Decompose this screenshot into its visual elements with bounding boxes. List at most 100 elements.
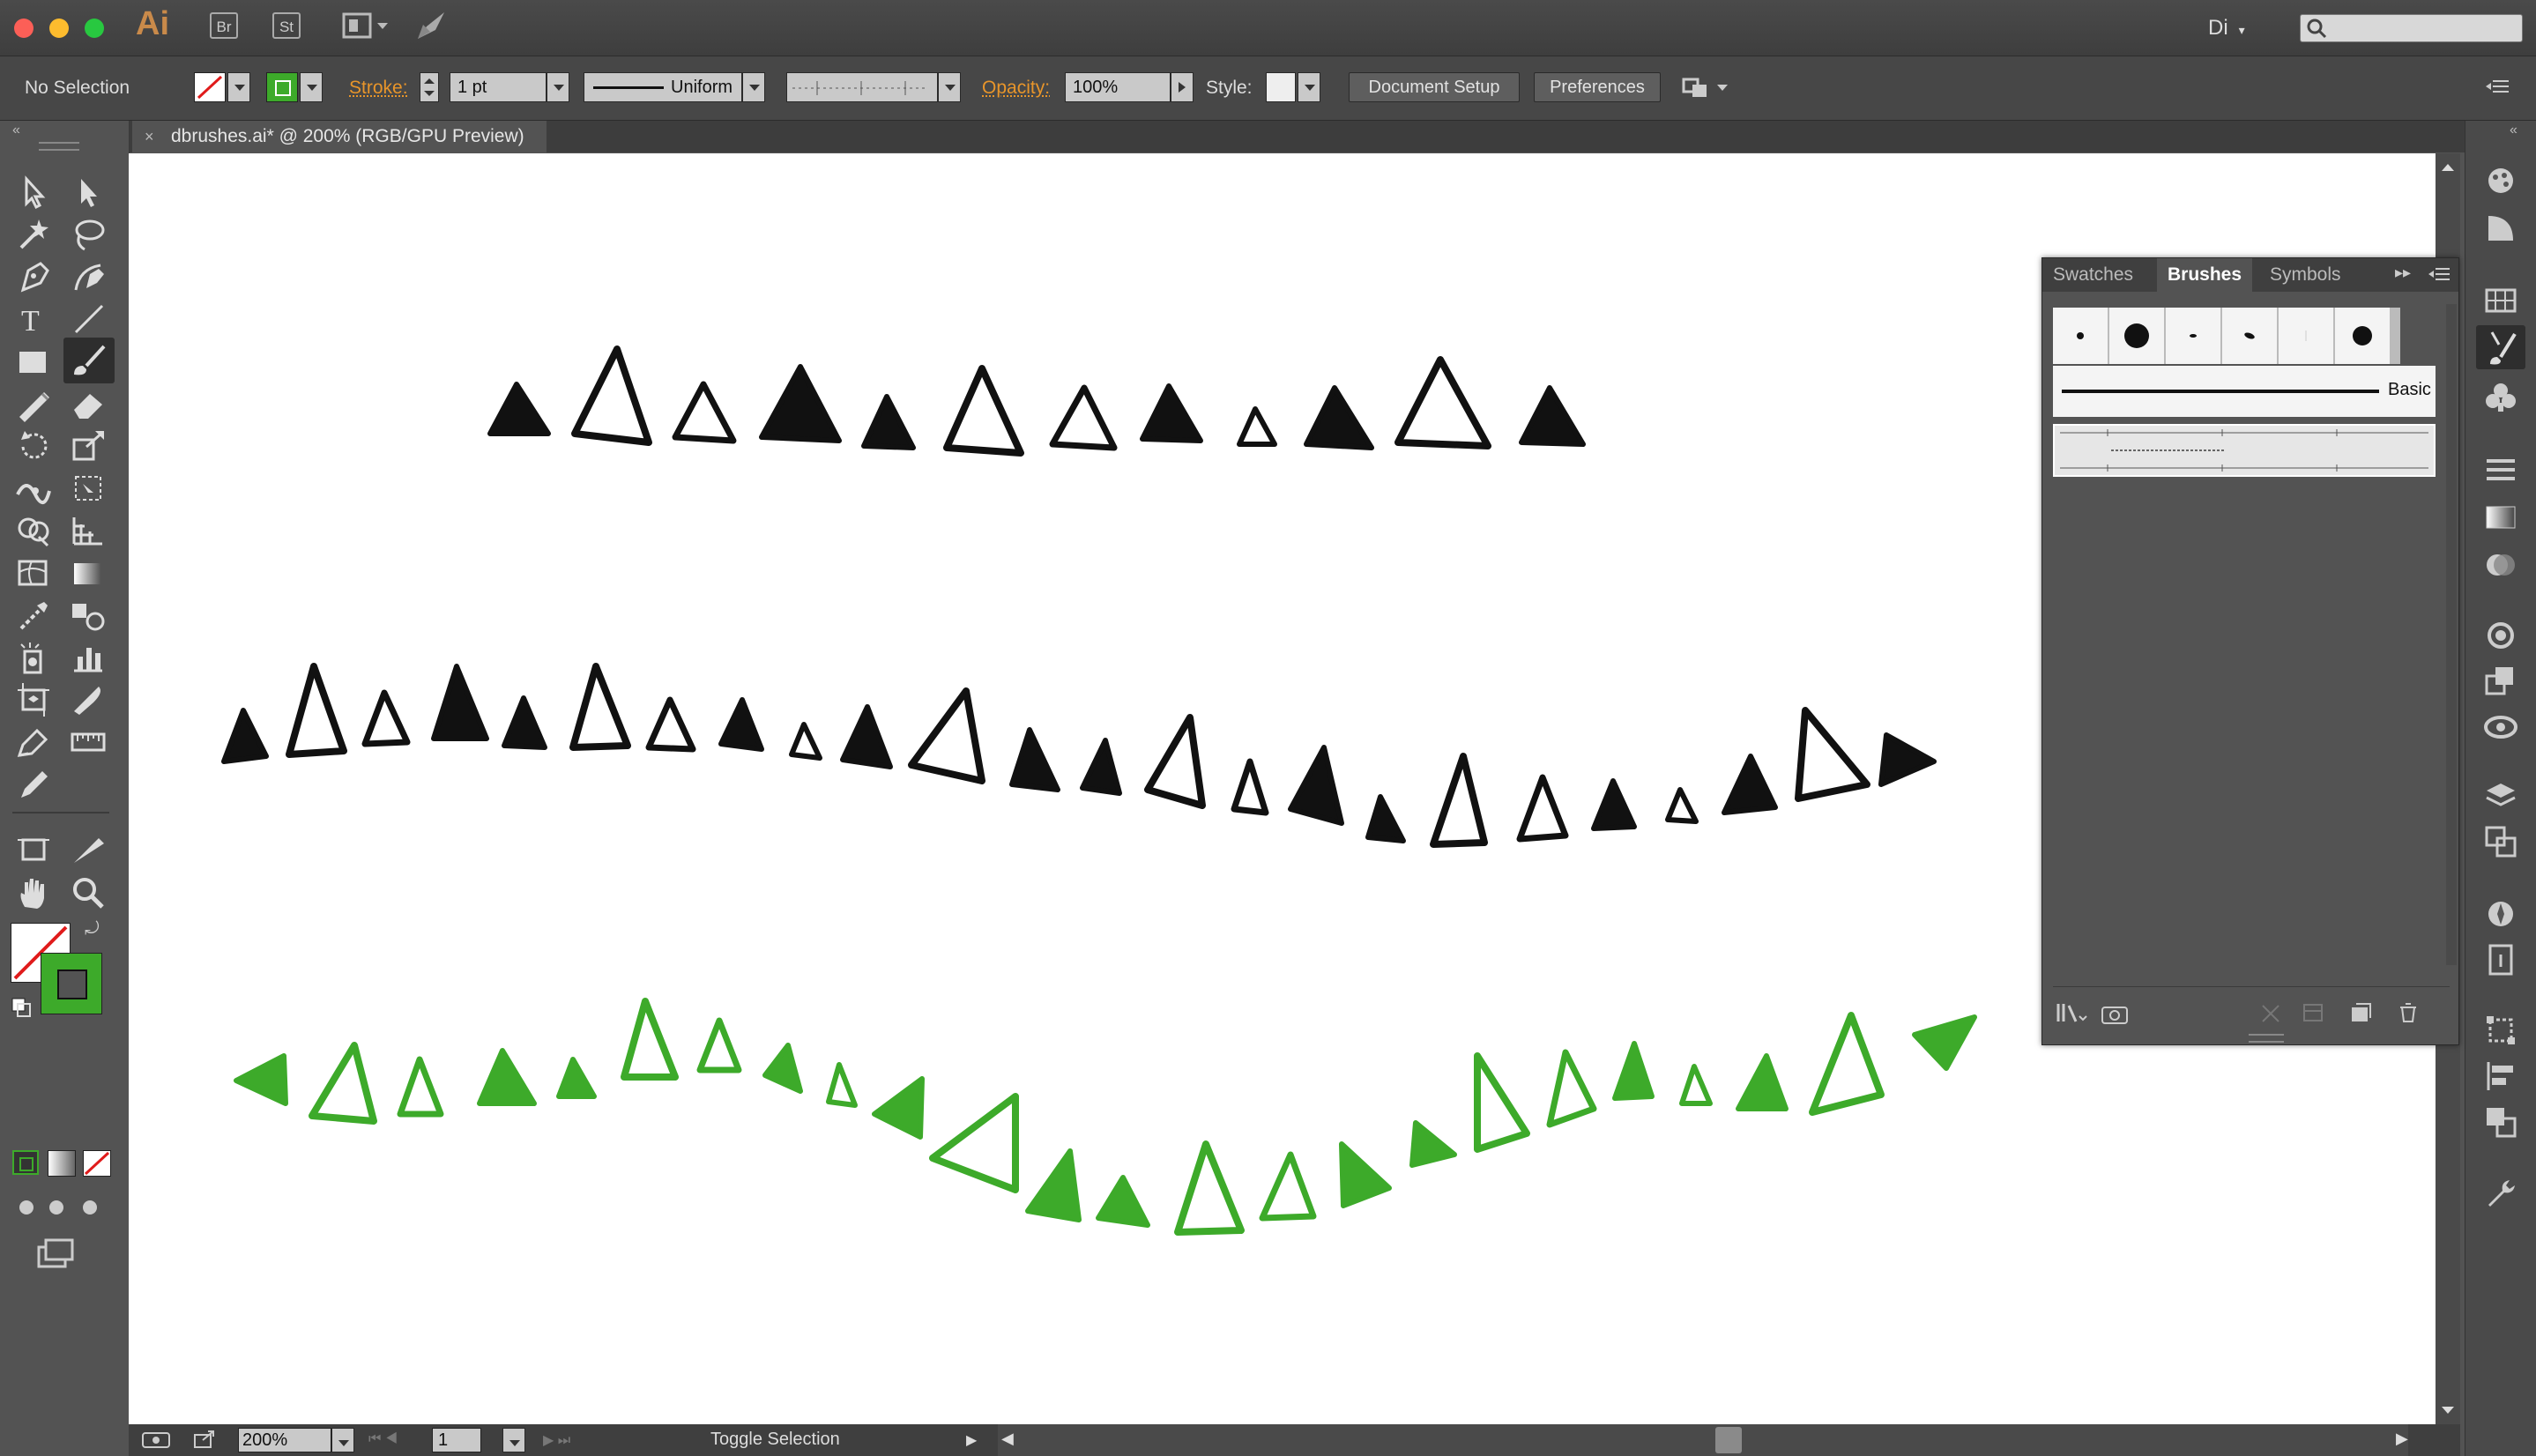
profile-dropdown[interactable] (742, 72, 765, 102)
symbol-sprayer-tool-icon[interactable] (12, 637, 56, 678)
zoom-level-field[interactable]: 200% (238, 1428, 331, 1452)
document-tab[interactable]: × dbrushes.ai* @ 200% (RGB/GPU Preview) (132, 121, 547, 152)
stroke-color-box[interactable] (41, 953, 102, 1014)
calligraphic-brush-6[interactable] (2335, 308, 2391, 364)
tab-swatches[interactable]: Swatches (2042, 258, 2144, 292)
stroke-weight-dropdown[interactable] (547, 72, 569, 102)
bridge-button[interactable]: Br (210, 12, 238, 39)
brush-definition-field[interactable] (786, 72, 938, 102)
last-artboard-icon[interactable]: ▶ ⏭ (543, 1431, 570, 1449)
collapse-toolbar-icon[interactable]: « (12, 123, 20, 138)
swap-fill-stroke-icon[interactable]: ⤾ (85, 919, 100, 940)
rotate-tool-icon[interactable] (12, 426, 56, 466)
fill-swatch[interactable] (194, 72, 226, 102)
stroke-panel-icon[interactable] (2481, 450, 2520, 489)
navigator-panel-icon[interactable] (2481, 895, 2520, 933)
stock-button[interactable]: St (272, 12, 301, 39)
fill-dropdown[interactable] (227, 72, 250, 102)
artboard-tool-icon[interactable] (12, 680, 56, 720)
direct-selection-tool-icon[interactable] (67, 172, 111, 212)
free-transform-tool-icon[interactable] (67, 468, 111, 509)
gradient-mode-button[interactable] (48, 1150, 76, 1177)
color-panel-icon[interactable] (2481, 161, 2520, 200)
none-mode-button[interactable] (83, 1150, 111, 1177)
curvature-tool-icon[interactable] (67, 256, 111, 297)
arrange-icon[interactable] (1680, 74, 1733, 105)
brush-libraries-menu-icon[interactable] (2055, 1000, 2090, 1029)
artboards-panel-icon[interactable] (2481, 822, 2520, 861)
document-setup-button[interactable]: Document Setup (1349, 72, 1520, 102)
expand-dock-icon[interactable]: « (2510, 123, 2517, 138)
shaper-tool-icon[interactable] (12, 383, 56, 424)
expand-panel-icon[interactable]: ▸▸ (2395, 264, 2411, 282)
minimize-window-button[interactable] (49, 19, 69, 38)
color-mode-button[interactable] (12, 1150, 39, 1175)
first-artboard-icon[interactable]: ⏮ ◀ (368, 1431, 398, 1447)
toolbar-grip[interactable] (39, 142, 79, 151)
rectangle-tool-icon[interactable] (12, 341, 56, 382)
layers-panel-icon[interactable] (2481, 776, 2520, 815)
tab-brushes[interactable]: Brushes (2157, 258, 2253, 292)
artboard-dropdown[interactable] (502, 1428, 525, 1452)
close-tab-icon[interactable]: × (145, 121, 154, 152)
gradient-tool-icon[interactable] (67, 553, 111, 593)
width-tool-icon[interactable] (12, 468, 56, 509)
artboard-select-tool-icon[interactable] (12, 829, 56, 870)
workspace-switcher[interactable]: Di ▾ (2208, 16, 2245, 41)
opacity-field[interactable]: 100% (1065, 72, 1171, 102)
perspective-grid-tool-icon[interactable] (67, 510, 111, 551)
draw-mode-icon[interactable] (12, 1194, 109, 1225)
eraser-tool-icon[interactable] (67, 383, 111, 424)
panel-menu-icon[interactable] (2427, 262, 2453, 291)
preferences-button[interactable]: Preferences (1534, 72, 1661, 102)
delete-brush-icon[interactable] (2395, 1000, 2421, 1029)
gradient-panel-icon[interactable] (2481, 498, 2520, 537)
control-menu-icon[interactable] (2484, 78, 2510, 103)
align-panel-icon[interactable] (2481, 1057, 2520, 1096)
blend-tool-icon[interactable] (67, 595, 111, 635)
search-input[interactable] (2300, 14, 2523, 42)
ruler-tool-icon[interactable] (67, 722, 111, 762)
calligraphic-brush-5[interactable] (2279, 308, 2334, 364)
panel-scrollbar[interactable] (2446, 304, 2457, 965)
brushes-panel-icon[interactable] (2476, 325, 2525, 369)
scale-tool-icon[interactable] (67, 426, 111, 466)
hand-tool-icon[interactable] (12, 872, 56, 912)
graphic-style-swatch[interactable] (1266, 72, 1296, 102)
transparency-panel-icon[interactable] (2481, 546, 2520, 584)
triangle-pattern-brush-row[interactable] (2053, 424, 2436, 477)
artboard-nav-icon[interactable] (141, 1430, 176, 1455)
default-fill-stroke-icon[interactable] (11, 997, 32, 1022)
close-window-button[interactable] (14, 19, 33, 38)
info-panel-icon[interactable] (2481, 940, 2520, 979)
stroke-dropdown[interactable] (300, 72, 323, 102)
paintbrush-tool-icon[interactable] (63, 338, 115, 383)
lasso-tool-icon[interactable] (67, 214, 111, 255)
arrange-documents-icon[interactable] (342, 12, 391, 45)
color-guide-icon[interactable] (2481, 209, 2520, 248)
creative-cloud-libraries-icon[interactable] (2481, 706, 2520, 745)
screen-mode-icon[interactable] (35, 1235, 79, 1274)
libraries-panel-icon[interactable] (2101, 1000, 2136, 1029)
status-menu-arrow[interactable]: ▶ (966, 1431, 977, 1449)
pathfinder-panel-icon[interactable] (2481, 1103, 2520, 1141)
zoom-window-button[interactable] (85, 19, 104, 38)
opacity-label[interactable]: Opacity: (982, 78, 1050, 99)
graphic-style-dropdown[interactable] (1298, 72, 1320, 102)
calligraphic-brush-2[interactable] (2109, 308, 2165, 364)
eraser-pen-tool-icon[interactable] (12, 722, 56, 762)
opacity-arrow[interactable] (1171, 72, 1194, 102)
artboard-number-field[interactable]: 1 (432, 1428, 481, 1452)
zoom-tool-icon[interactable] (67, 872, 111, 912)
scroll-thumb[interactable] (1715, 1427, 1742, 1453)
basic-brush-row[interactable]: Basic (2053, 366, 2436, 417)
type-tool-icon[interactable]: T (12, 299, 56, 339)
line-segment-tool-icon[interactable] (67, 299, 111, 339)
brush-dropdown[interactable] (938, 72, 961, 102)
zoom-dropdown[interactable] (331, 1428, 354, 1452)
stroke-weight-field[interactable]: 1 pt (450, 72, 547, 102)
slice-tool-icon[interactable] (67, 680, 111, 720)
new-brush-icon[interactable] (2347, 1000, 2374, 1029)
pencil-tool-icon[interactable] (12, 764, 56, 805)
mesh-tool-icon[interactable] (12, 553, 56, 593)
